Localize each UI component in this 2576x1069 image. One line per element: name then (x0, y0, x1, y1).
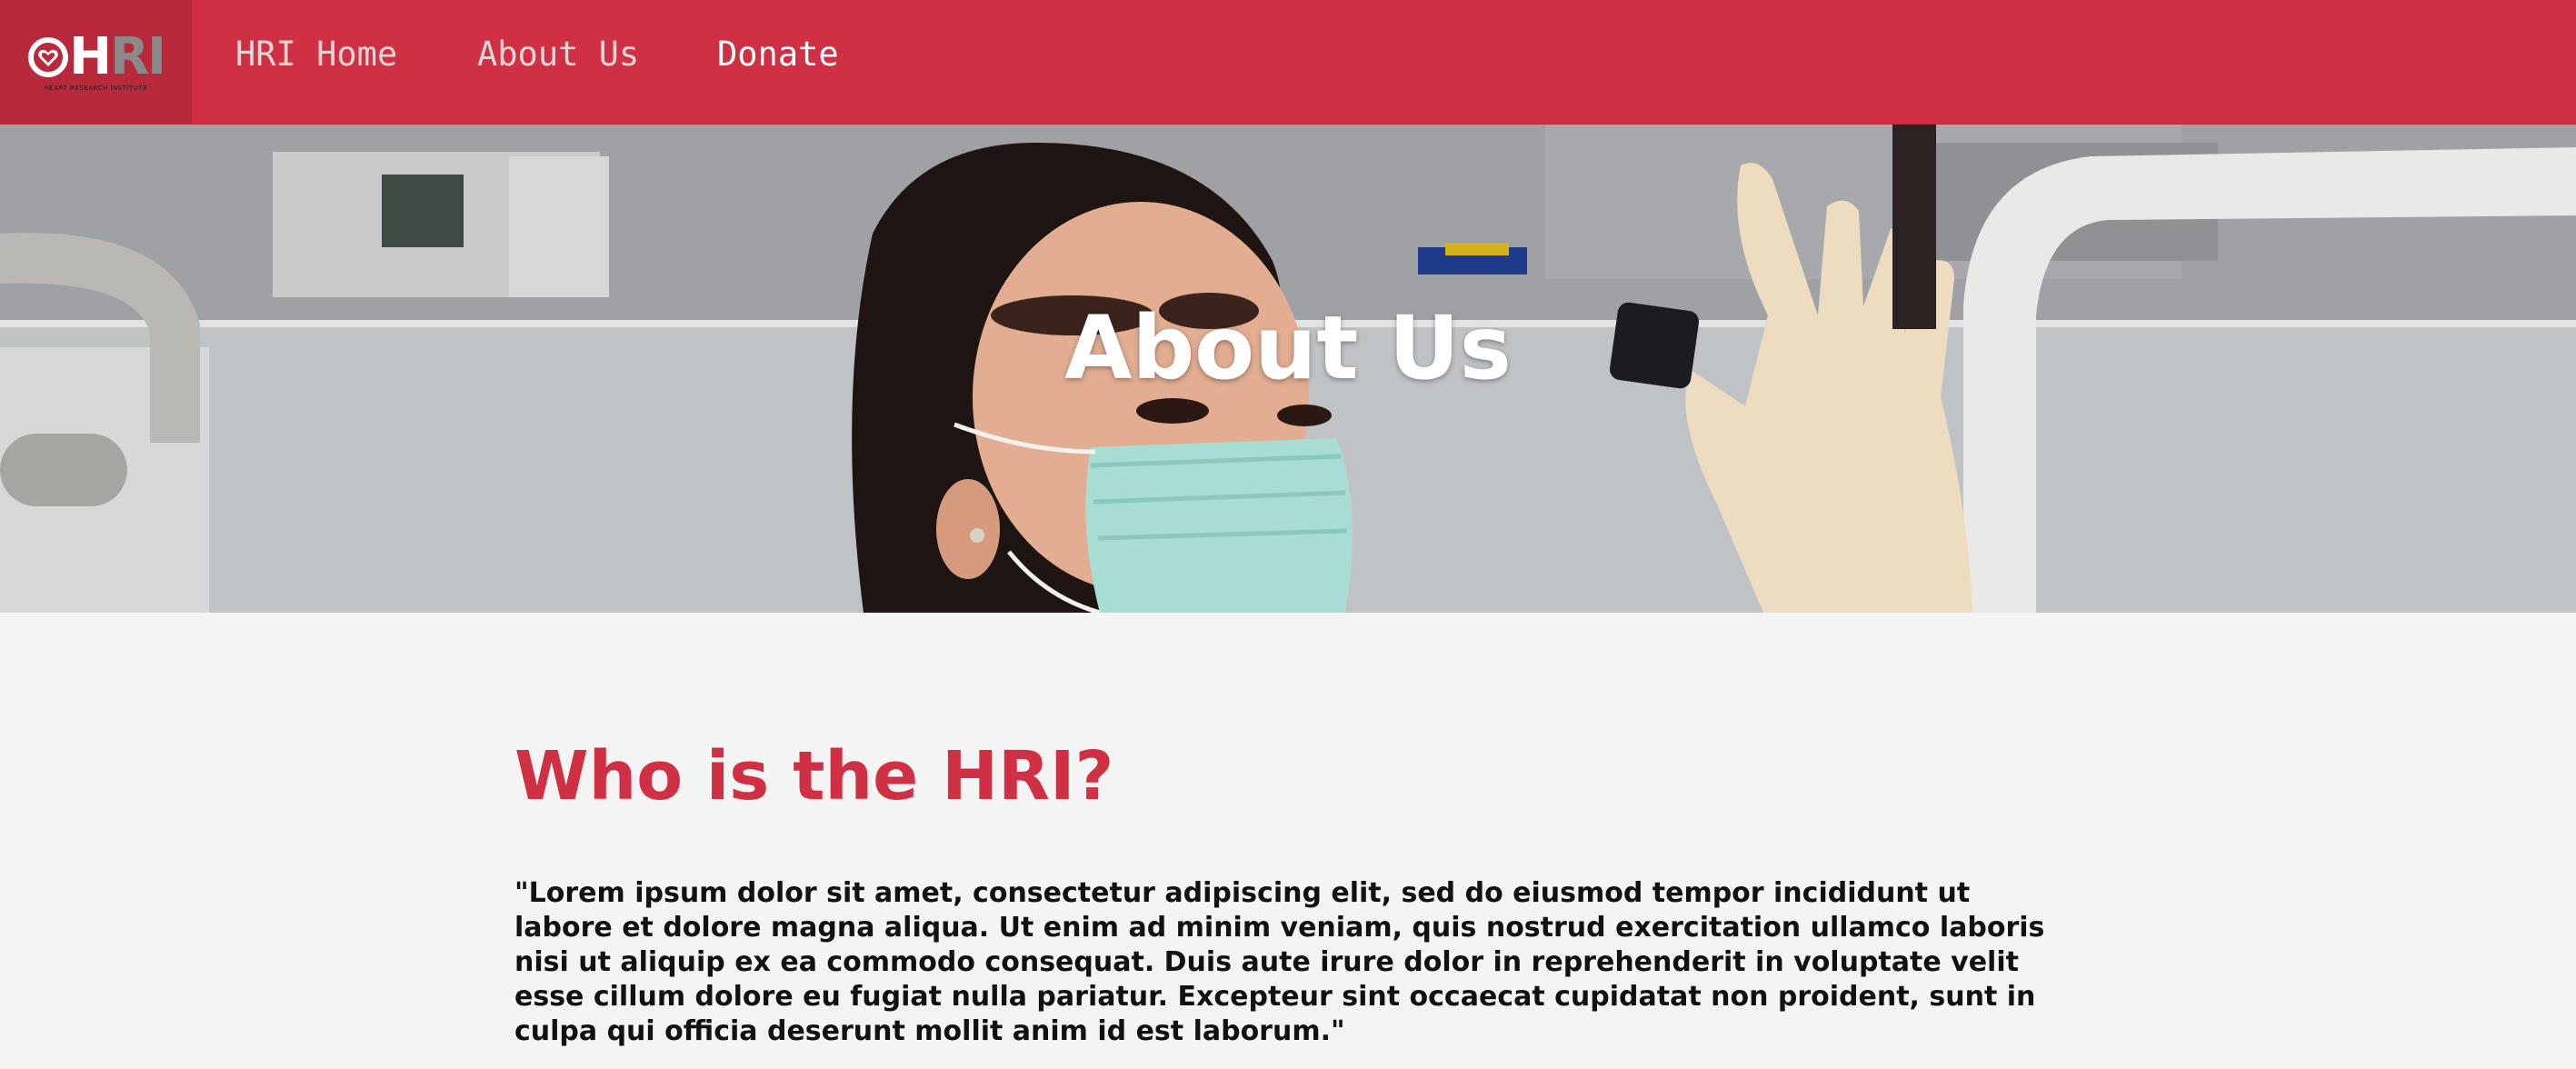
nav-link-about-us[interactable]: About Us (477, 35, 639, 74)
logo-ri: RI (109, 27, 166, 86)
top-navbar: HRI HEART RESEARCH INSTITUTE HRI Home Ab… (0, 0, 2576, 125)
section-body-text: "Lorem ipsum dolor sit amet, consectetur… (514, 877, 2045, 1047)
section-heading: Who is the HRI? (514, 737, 1114, 815)
hri-logo[interactable]: HRI HEART RESEARCH INSTITUTE (0, 0, 192, 125)
logo-subtitle: HEART RESEARCH INSTITUTE (44, 85, 148, 92)
logo-wordmark: HRI (69, 32, 166, 83)
hero-title: About Us (1064, 297, 1512, 399)
main-content: Who is the HRI? "Lorem ipsum dolor sit a… (514, 613, 2078, 1049)
nav-link-donate[interactable]: Donate (717, 35, 839, 74)
heart-logo-icon (28, 37, 69, 77)
logo-row: HRI (27, 32, 166, 83)
nav-link-hri-home[interactable]: HRI Home (235, 35, 397, 74)
logo-h: H (69, 27, 112, 86)
hero-banner: About Us (0, 125, 2576, 613)
